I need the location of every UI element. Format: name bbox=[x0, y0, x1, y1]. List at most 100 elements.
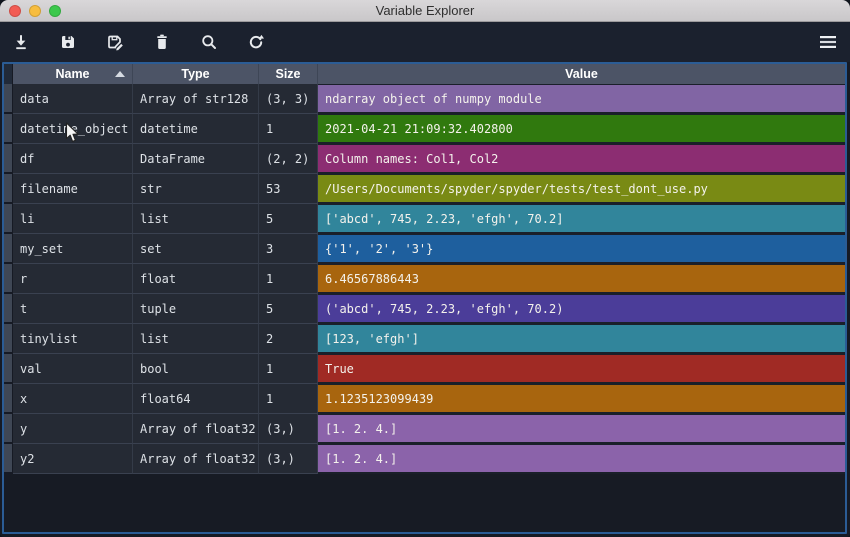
cell-value[interactable]: ('abcd', 745, 2.23, 'efgh', 70.2) bbox=[318, 294, 845, 324]
content-area: Name Type Size Value data Array of str12… bbox=[0, 62, 850, 537]
save-data-as-button[interactable] bbox=[106, 33, 124, 51]
cell-value-text: [123, 'efgh'] bbox=[318, 325, 845, 352]
search-button[interactable] bbox=[200, 33, 218, 51]
cell-name[interactable]: r bbox=[13, 264, 133, 294]
cell-size[interactable]: 2 bbox=[259, 324, 318, 354]
cell-type[interactable]: DataFrame bbox=[133, 144, 259, 174]
save-data-button[interactable] bbox=[59, 33, 77, 51]
row-vertical-header[interactable] bbox=[4, 414, 13, 444]
cell-size[interactable]: 1 bbox=[259, 384, 318, 414]
cell-size[interactable]: 3 bbox=[259, 234, 318, 264]
cell-type[interactable]: float64 bbox=[133, 384, 259, 414]
cell-type[interactable]: datetime bbox=[133, 114, 259, 144]
cell-value[interactable]: [1. 2. 4.] bbox=[318, 444, 845, 474]
cell-size[interactable]: 5 bbox=[259, 294, 318, 324]
cell-value[interactable]: {'1', '2', '3'} bbox=[318, 234, 845, 264]
cell-size[interactable]: 1 bbox=[259, 354, 318, 384]
minimize-button[interactable] bbox=[29, 5, 41, 17]
cell-size[interactable]: (3,) bbox=[259, 414, 318, 444]
cell-name[interactable]: my_set bbox=[13, 234, 133, 264]
cell-value[interactable]: ['abcd', 745, 2.23, 'efgh', 70.2] bbox=[318, 204, 845, 234]
table-row: li list 5 ['abcd', 745, 2.23, 'efgh', 70… bbox=[4, 204, 845, 234]
cell-value[interactable]: Column names: Col1, Col2 bbox=[318, 144, 845, 174]
table-row: tinylist list 2 [123, 'efgh'] bbox=[4, 324, 845, 354]
row-vertical-header[interactable] bbox=[4, 294, 13, 324]
cell-value[interactable]: 6.46567886443 bbox=[318, 264, 845, 294]
close-button[interactable] bbox=[9, 5, 21, 17]
cell-name[interactable]: y2 bbox=[13, 444, 133, 474]
cell-name[interactable]: data bbox=[13, 84, 133, 114]
cell-name[interactable]: x bbox=[13, 384, 133, 414]
cell-type[interactable]: str bbox=[133, 174, 259, 204]
cell-size[interactable]: 53 bbox=[259, 174, 318, 204]
cell-value-text: 2021-04-21 21:09:32.402800 bbox=[318, 115, 845, 142]
cell-name[interactable]: filename bbox=[13, 174, 133, 204]
column-header-name[interactable]: Name bbox=[13, 64, 133, 84]
row-vertical-header[interactable] bbox=[4, 384, 13, 414]
cell-name[interactable]: tinylist bbox=[13, 324, 133, 354]
column-header-size[interactable]: Size bbox=[259, 64, 318, 84]
cell-value[interactable]: /Users/Documents/spyder/spyder/tests/tes… bbox=[318, 174, 845, 204]
cell-size[interactable]: 1 bbox=[259, 264, 318, 294]
row-vertical-header[interactable] bbox=[4, 114, 13, 144]
cell-value-text: ndarray object of numpy module bbox=[318, 85, 845, 112]
cell-value-text: [1. 2. 4.] bbox=[318, 415, 845, 442]
table-row: datetime_object datetime 1 2021-04-21 21… bbox=[4, 114, 845, 144]
row-vertical-header[interactable] bbox=[4, 144, 13, 174]
table-row: data Array of str128 (3, 3) ndarray obje… bbox=[4, 84, 845, 114]
cell-value-text: 1.1235123099439 bbox=[318, 385, 845, 412]
row-vertical-header[interactable] bbox=[4, 84, 13, 114]
row-vertical-header[interactable] bbox=[4, 174, 13, 204]
cell-type[interactable]: Array of str128 bbox=[133, 84, 259, 114]
row-vertical-header[interactable] bbox=[4, 264, 13, 294]
cell-value[interactable]: [123, 'efgh'] bbox=[318, 324, 845, 354]
cell-type[interactable]: list bbox=[133, 324, 259, 354]
cell-type[interactable]: list bbox=[133, 204, 259, 234]
table-row: y Array of float32 (3,) [1. 2. 4.] bbox=[4, 414, 845, 444]
options-menu-button[interactable] bbox=[819, 33, 837, 51]
column-header-name-label: Name bbox=[55, 67, 90, 81]
cell-size[interactable]: 1 bbox=[259, 114, 318, 144]
cell-type[interactable]: tuple bbox=[133, 294, 259, 324]
row-vertical-header[interactable] bbox=[4, 204, 13, 234]
cell-value[interactable]: True bbox=[318, 354, 845, 384]
cell-name[interactable]: t bbox=[13, 294, 133, 324]
cell-value-text: /Users/Documents/spyder/spyder/tests/tes… bbox=[318, 175, 845, 202]
row-vertical-header[interactable] bbox=[4, 444, 13, 474]
cell-name[interactable]: df bbox=[13, 144, 133, 174]
refresh-button[interactable] bbox=[247, 33, 265, 51]
cell-value[interactable]: ndarray object of numpy module bbox=[318, 84, 845, 114]
cell-size[interactable]: 5 bbox=[259, 204, 318, 234]
table-row: my_set set 3 {'1', '2', '3'} bbox=[4, 234, 845, 264]
cell-value-text: True bbox=[318, 355, 845, 382]
cell-type[interactable]: Array of float32 bbox=[133, 414, 259, 444]
cell-name[interactable]: datetime_object bbox=[13, 114, 133, 144]
cell-size[interactable]: (3, 3) bbox=[259, 84, 318, 114]
cell-value[interactable]: [1. 2. 4.] bbox=[318, 414, 845, 444]
row-vertical-header[interactable] bbox=[4, 354, 13, 384]
table-row: y2 Array of float32 (3,) [1. 2. 4.] bbox=[4, 444, 845, 474]
cell-type[interactable]: Array of float32 bbox=[133, 444, 259, 474]
cell-type[interactable]: float bbox=[133, 264, 259, 294]
table-header: Name Type Size Value bbox=[4, 64, 845, 84]
row-vertical-header[interactable] bbox=[4, 324, 13, 354]
cell-size[interactable]: (3,) bbox=[259, 444, 318, 474]
zoom-button[interactable] bbox=[49, 5, 61, 17]
header-corner bbox=[4, 64, 13, 84]
cell-value[interactable]: 1.1235123099439 bbox=[318, 384, 845, 414]
cell-value-text: [1. 2. 4.] bbox=[318, 445, 845, 472]
row-vertical-header[interactable] bbox=[4, 234, 13, 264]
cell-type[interactable]: bool bbox=[133, 354, 259, 384]
remove-variable-button[interactable] bbox=[153, 33, 171, 51]
cell-name[interactable]: y bbox=[13, 414, 133, 444]
cell-size[interactable]: (2, 2) bbox=[259, 144, 318, 174]
column-header-value[interactable]: Value bbox=[318, 64, 845, 84]
variables-table: Name Type Size Value data Array of str12… bbox=[2, 62, 847, 534]
cell-value[interactable]: 2021-04-21 21:09:32.402800 bbox=[318, 114, 845, 144]
cell-name[interactable]: li bbox=[13, 204, 133, 234]
cell-type[interactable]: set bbox=[133, 234, 259, 264]
column-header-type[interactable]: Type bbox=[133, 64, 259, 84]
cell-name[interactable]: val bbox=[13, 354, 133, 384]
import-data-button[interactable] bbox=[12, 33, 30, 51]
titlebar[interactable]: Variable Explorer bbox=[0, 0, 850, 22]
